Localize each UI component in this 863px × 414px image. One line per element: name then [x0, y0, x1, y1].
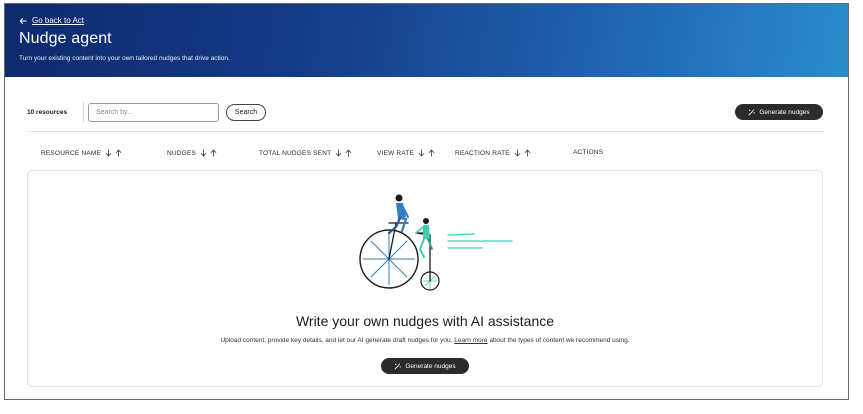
- column-header-view-rate[interactable]: VIEW RATE: [377, 149, 435, 157]
- page-title: Nudge agent: [19, 30, 112, 47]
- arrow-down-icon[interactable]: [105, 149, 112, 157]
- arrow-left-icon: [19, 17, 27, 24]
- magic-wand-icon: [395, 362, 402, 369]
- arrow-up-icon[interactable]: [115, 149, 122, 157]
- sort-controls[interactable]: [105, 149, 122, 157]
- generate-nudges-button[interactable]: Generate nudges: [735, 104, 823, 120]
- empty-state-title: Write your own nudges with AI assistance: [295, 313, 555, 329]
- learn-more-link[interactable]: Learn more: [454, 337, 487, 344]
- page-header: Go back to Act Nudge agent Turn your exi…: [5, 4, 848, 77]
- toolbar-separator: [27, 131, 824, 132]
- empty-state-generate-label: Generate nudges: [405, 362, 456, 370]
- magic-wand-icon: [749, 108, 756, 115]
- rider-blue: [387, 194, 409, 235]
- resource-count: 10 resources: [27, 109, 68, 116]
- column-header-resource-name[interactable]: RESOURCE NAME: [41, 149, 122, 157]
- arrow-down-icon[interactable]: [514, 149, 521, 157]
- arrow-up-icon[interactable]: [524, 149, 531, 157]
- arrow-down-icon[interactable]: [335, 149, 342, 157]
- column-header-nudges[interactable]: NUDGES: [167, 149, 217, 157]
- sort-controls[interactable]: [335, 149, 352, 157]
- empty-state-generate-nudges-button[interactable]: Generate nudges: [381, 358, 469, 374]
- generate-nudges-label: Generate nudges: [759, 108, 810, 116]
- sort-controls[interactable]: [418, 149, 435, 157]
- toolbar-divider: [83, 102, 84, 122]
- column-header-actions: ACTIONS: [573, 149, 604, 156]
- column-header-reaction-rate[interactable]: REACTION RATE: [455, 149, 531, 157]
- sort-controls[interactable]: [200, 149, 217, 157]
- sort-controls[interactable]: [514, 149, 531, 157]
- description-text-after: about the types of content we recommend …: [489, 337, 630, 344]
- description-text: Upload content, provide key details, and…: [220, 337, 453, 344]
- speed-lines: [447, 233, 513, 249]
- arrow-up-icon[interactable]: [428, 149, 435, 157]
- page-subtitle: Turn your existing content into your own…: [19, 55, 230, 62]
- back-link-label: Go back to Act: [32, 16, 85, 25]
- back-link[interactable]: Go back to Act: [19, 16, 84, 25]
- app-window: Go back to Act Nudge agent Turn your exi…: [4, 3, 849, 400]
- search-input[interactable]: [88, 103, 219, 122]
- arrow-down-icon[interactable]: [200, 149, 207, 157]
- penny-farthing-illustration: [359, 194, 513, 291]
- arrow-down-icon[interactable]: [418, 149, 425, 157]
- empty-state-card: Write your own nudges with AI assistance…: [27, 170, 823, 387]
- search-button[interactable]: Search: [226, 104, 266, 121]
- arrow-up-icon[interactable]: [345, 149, 352, 157]
- empty-state-description: Upload content, provide key details, and…: [28, 337, 822, 344]
- column-header-total-nudges-sent[interactable]: TOTAL NUDGES SENT: [259, 149, 352, 157]
- arrow-up-icon[interactable]: [210, 149, 217, 157]
